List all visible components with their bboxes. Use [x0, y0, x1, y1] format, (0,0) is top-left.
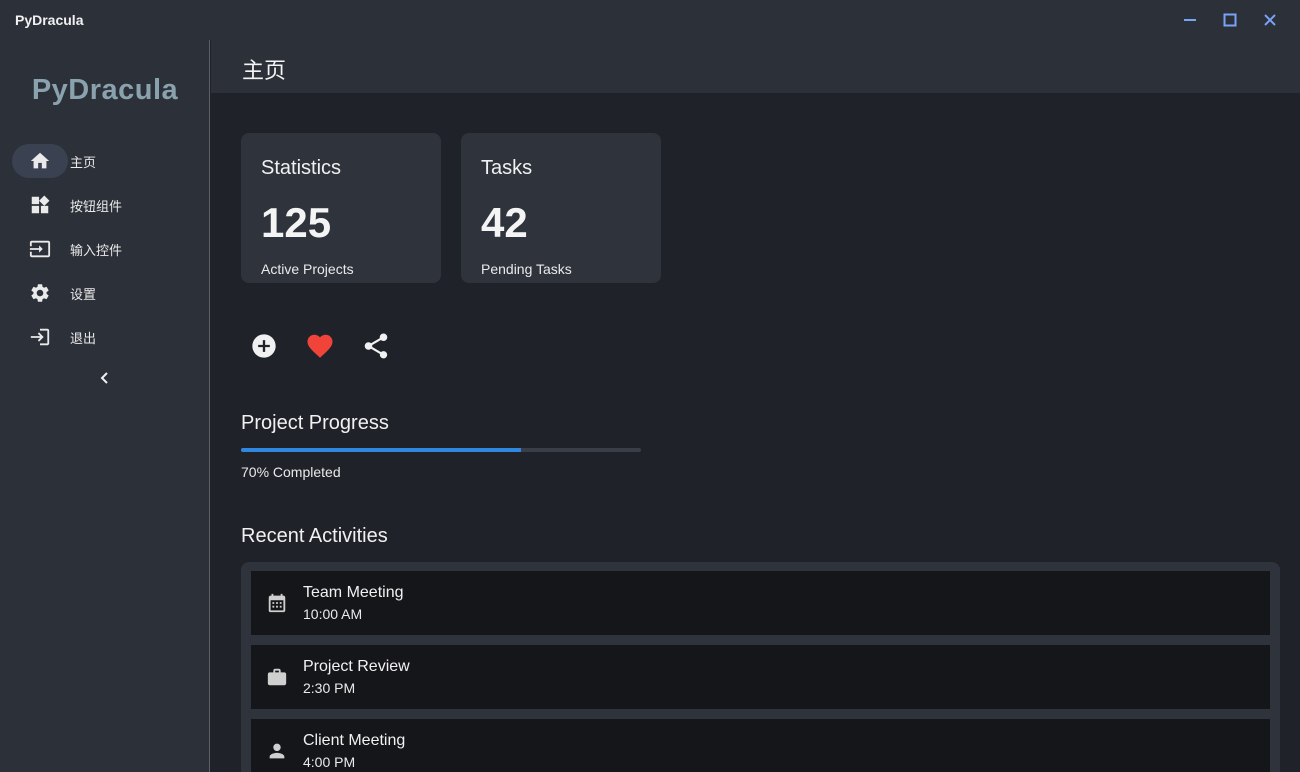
favorite-button[interactable]: [302, 328, 338, 364]
card-value: 125: [261, 199, 332, 246]
chevron-left-icon: [100, 372, 108, 384]
close-icon: [1264, 14, 1276, 26]
maximize-button[interactable]: [1220, 10, 1240, 30]
page-title: 主页: [242, 58, 287, 83]
sidebar-collapse-button[interactable]: [95, 368, 115, 388]
widgets-icon: [12, 188, 68, 222]
brand-logo: PyDracula: [31, 74, 179, 106]
share-icon: [364, 333, 388, 359]
person-icon: [251, 740, 303, 762]
card-title: Statistics: [261, 157, 342, 179]
activity-item[interactable]: Team Meeting 10:00 AM: [251, 571, 1270, 635]
sidebar-item-buttons[interactable]: 按钮组件: [12, 188, 198, 222]
sidebar: PyDracula 主页 按钮组件 输入控件 设置 退出: [0, 40, 210, 772]
home-icon: [12, 144, 68, 178]
tasks-card: Tasks 42 Pending Tasks: [461, 133, 661, 283]
card-title: Tasks: [481, 157, 533, 179]
add-button[interactable]: [246, 328, 282, 364]
input-icon: [12, 232, 68, 266]
activities-list: Team Meeting 10:00 AM Project Review 2:3…: [241, 562, 1280, 772]
activity-time: 4:00 PM: [303, 754, 356, 770]
briefcase-icon: [251, 666, 303, 688]
activity-item[interactable]: Project Review 2:30 PM: [251, 645, 1270, 709]
activity-time: 10:00 AM: [303, 606, 363, 622]
activity-title: Client Meeting: [303, 732, 406, 749]
gear-icon: [12, 276, 68, 310]
sidebar-item-label: 按钮组件: [70, 198, 123, 214]
window-title: PyDracula: [15, 12, 84, 28]
statistics-card: Statistics 125 Active Projects: [241, 133, 441, 283]
calendar-icon: [251, 592, 303, 614]
title-bar: PyDracula: [0, 0, 1300, 40]
activity-time: 2:30 PM: [303, 680, 356, 696]
minimize-button[interactable]: [1180, 10, 1200, 30]
sidebar-item-label: 主页: [70, 154, 97, 170]
sidebar-item-label: 输入控件: [70, 242, 123, 258]
page-header: 主页: [211, 40, 1300, 93]
close-button[interactable]: [1260, 10, 1280, 30]
heart-icon: [307, 334, 333, 358]
sidebar-item-inputs[interactable]: 输入控件: [12, 232, 198, 266]
activity-title: Project Review: [303, 658, 410, 675]
logout-icon: [12, 320, 68, 354]
sidebar-item-label: 设置: [70, 286, 97, 302]
card-subtitle: Pending Tasks: [481, 261, 572, 277]
add-circle-icon: [252, 334, 276, 358]
minimize-icon: [1184, 19, 1196, 21]
activity-title: Team Meeting: [303, 584, 404, 601]
sidebar-item-home[interactable]: 主页: [12, 144, 198, 178]
sidebar-item-label: 退出: [70, 330, 97, 346]
activities-title: Recent Activities: [241, 525, 388, 547]
progress-bar: [241, 448, 641, 452]
card-value: 42: [481, 199, 528, 246]
progress-fill: [241, 448, 521, 452]
share-button[interactable]: [358, 328, 394, 364]
maximize-icon: [1223, 13, 1237, 27]
card-subtitle: Active Projects: [261, 261, 354, 277]
sidebar-item-settings[interactable]: 设置: [12, 276, 198, 310]
progress-label: 70% Completed: [241, 464, 341, 480]
progress-title: Project Progress: [241, 412, 389, 434]
activity-item[interactable]: Client Meeting 4:00 PM: [251, 719, 1270, 772]
sidebar-item-logout[interactable]: 退出: [12, 320, 198, 354]
